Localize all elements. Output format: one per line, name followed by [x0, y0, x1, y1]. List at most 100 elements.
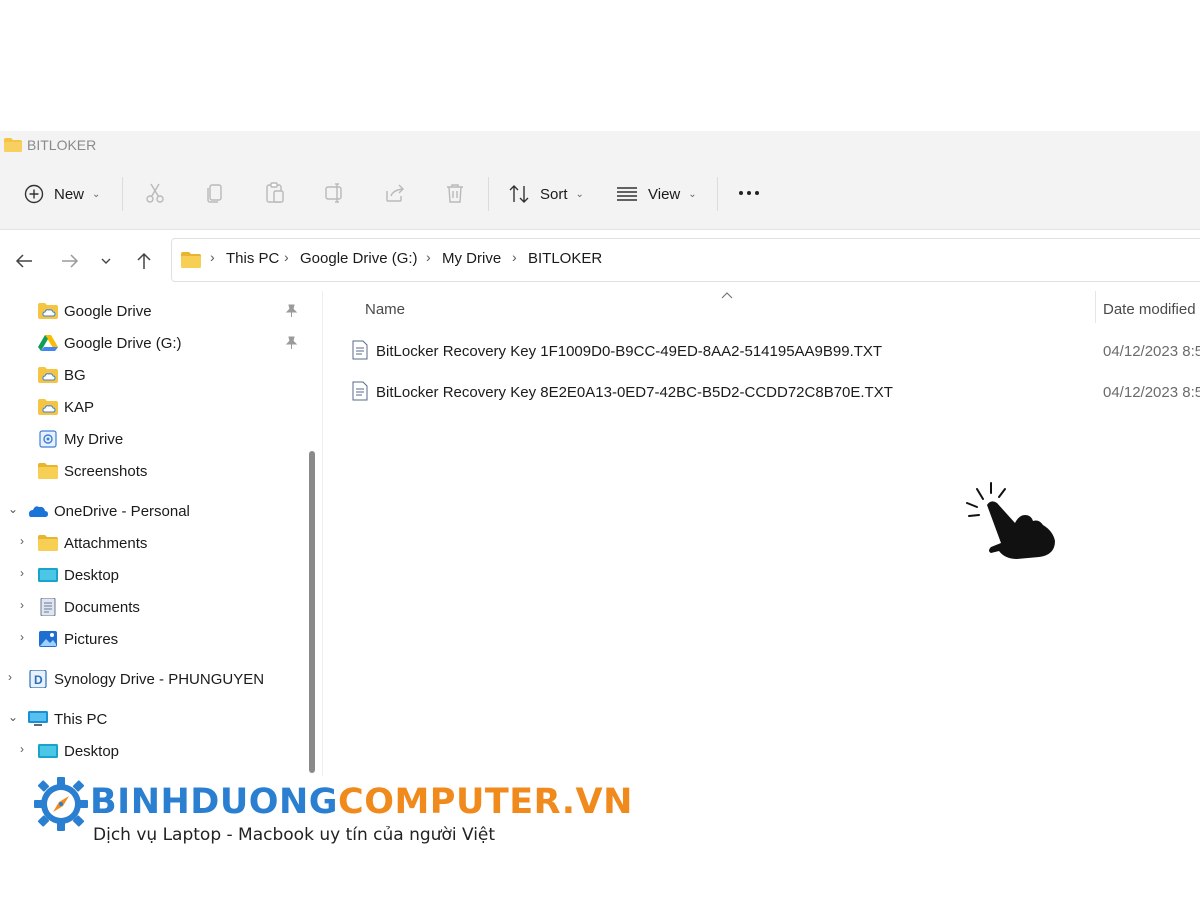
copy-icon[interactable]	[203, 181, 227, 205]
sidebar-item-google-drive[interactable]: Google Drive	[38, 297, 152, 325]
text-file-icon	[352, 381, 368, 401]
sidebar-item-attachments[interactable]: Attachments	[38, 529, 147, 557]
expand-chevron-right-icon[interactable]: ›	[20, 566, 24, 580]
sort-label: Sort	[540, 185, 568, 203]
documents-icon	[40, 598, 56, 616]
text-file-icon	[352, 340, 368, 360]
window-title: BITLOKER	[27, 137, 97, 153]
column-divider[interactable]	[1095, 291, 1096, 323]
sidebar-item-my-drive[interactable]: My Drive	[38, 425, 123, 453]
sidebar-item-label: Google Drive	[64, 302, 152, 320]
sidebar-item-this-pc[interactable]: This PC	[28, 705, 107, 733]
forward-arrow-icon[interactable]	[59, 250, 81, 272]
toolbar-divider	[122, 177, 123, 211]
pin-icon[interactable]	[284, 336, 298, 350]
folder-icon	[38, 463, 58, 479]
sidebar-item-kap[interactable]: KAP	[38, 393, 94, 421]
folder-cloud-icon	[38, 303, 58, 319]
view-label: View	[648, 185, 681, 203]
sidebar-item-label: Google Drive (G:)	[64, 334, 182, 352]
folder-cloud-icon	[38, 399, 58, 415]
sidebar-item-documents[interactable]: Documents	[38, 593, 140, 621]
breadcrumb-chevron-icon: ›	[210, 249, 215, 265]
breadcrumb-chevron-icon: ›	[512, 249, 517, 265]
desktop-icon	[38, 568, 58, 582]
synology-icon: D	[29, 670, 47, 688]
pane-divider	[322, 291, 323, 776]
column-header-date-modified[interactable]: Date modified	[1103, 301, 1196, 318]
expand-chevron-down-icon[interactable]: ⌄	[8, 710, 18, 724]
sidebar-item-synology-drive[interactable]: D Synology Drive - PHUNGUYEN	[28, 665, 264, 693]
more-icon[interactable]	[737, 181, 761, 205]
new-button[interactable]: New ⌄	[24, 177, 100, 211]
file-name: BitLocker Recovery Key 1F1009D0-B9CC-49E…	[376, 343, 883, 360]
sidebar-item-label: Attachments	[64, 534, 148, 552]
sidebar-item-label: Desktop	[64, 742, 120, 760]
sidebar-item-label: Documents	[64, 598, 140, 616]
brand-tagline: Dịch vụ Laptop - Macbook uy tín của ngườ…	[93, 825, 496, 845]
breadcrumb-this-pc[interactable]: This PC	[226, 250, 279, 267]
command-bar: New ⌄ Sort ⌄ View ⌄	[0, 159, 1200, 230]
recent-locations-chevron-icon[interactable]	[99, 250, 113, 272]
brand-name-part1: BINHDUONG	[90, 782, 339, 822]
plus-circle-icon	[24, 184, 44, 204]
expand-chevron-right-icon[interactable]: ›	[20, 742, 24, 756]
expand-chevron-right-icon[interactable]: ›	[20, 534, 24, 548]
sidebar-item-label: BG	[64, 366, 86, 384]
back-arrow-icon[interactable]	[13, 250, 35, 272]
breadcrumb-chevron-icon: ›	[426, 249, 431, 265]
sidebar-item-desktop-pc[interactable]: Desktop	[38, 737, 119, 765]
sidebar-item-bg[interactable]: BG	[38, 361, 86, 389]
sidebar-scrollbar[interactable]	[309, 451, 315, 773]
file-row[interactable]: BitLocker Recovery Key 8E2E0A13-0ED7-42B…	[325, 375, 1200, 409]
breadcrumb-my-drive[interactable]: My Drive	[442, 250, 501, 267]
this-pc-icon	[28, 711, 48, 726]
chevron-down-icon: ⌄	[92, 188, 101, 200]
desktop-icon	[38, 744, 58, 758]
pin-icon[interactable]	[284, 304, 298, 318]
expand-chevron-right-icon[interactable]: ›	[8, 670, 12, 684]
file-date-modified: 04/12/2023 8:5	[1103, 343, 1200, 360]
navigation-pane: Google Drive Google Drive (G:) BG KAP My…	[0, 291, 322, 776]
sidebar-item-label: OneDrive - Personal	[54, 502, 190, 520]
sidebar-item-pictures[interactable]: Pictures	[38, 625, 118, 653]
my-drive-icon	[39, 430, 57, 448]
sidebar-item-label: KAP	[64, 398, 95, 416]
folder-cloud-icon	[38, 367, 58, 383]
sort-icon	[509, 185, 529, 203]
view-button[interactable]: View ⌄	[616, 177, 697, 211]
share-icon[interactable]	[383, 181, 407, 205]
paste-icon[interactable]	[263, 181, 287, 205]
onedrive-icon	[29, 506, 48, 517]
brand-name: BINHDUONGCOMPUTER.VN	[90, 782, 633, 822]
expand-chevron-right-icon[interactable]: ›	[20, 598, 24, 612]
breadcrumb-google-drive[interactable]: Google Drive (G:)	[300, 250, 418, 267]
file-row[interactable]: BitLocker Recovery Key 1F1009D0-B9CC-49E…	[325, 334, 1200, 368]
breadcrumb-bitloker[interactable]: BITLOKER	[528, 250, 602, 267]
file-list: Name Date modified BitLocker Recovery Ke…	[325, 291, 1200, 776]
toolbar-divider	[717, 177, 718, 211]
sidebar-item-google-drive-g[interactable]: Google Drive (G:)	[38, 329, 182, 357]
file-explorer-window: BITLOKER New ⌄ Sort ⌄ View ⌄ › This PC ›…	[0, 131, 1200, 776]
sidebar-item-label: My Drive	[64, 430, 124, 448]
column-header-name[interactable]: Name	[365, 301, 405, 318]
address-bar[interactable]: › This PC › Google Drive (G:) › My Drive…	[171, 238, 1200, 282]
file-date-modified: 04/12/2023 8:5	[1103, 384, 1200, 401]
gear-compass-icon	[34, 777, 88, 831]
folder-icon	[38, 535, 58, 551]
sidebar-item-onedrive[interactable]: OneDrive - Personal	[28, 497, 190, 525]
up-arrow-icon[interactable]	[133, 250, 155, 272]
sidebar-item-screenshots[interactable]: Screenshots	[38, 457, 147, 485]
expand-chevron-right-icon[interactable]: ›	[20, 630, 24, 644]
navigation-bar: › This PC › Google Drive (G:) › My Drive…	[0, 230, 1200, 290]
view-list-icon	[617, 187, 637, 201]
pictures-icon	[39, 631, 57, 647]
delete-icon[interactable]	[443, 181, 467, 205]
cut-icon[interactable]	[143, 181, 167, 205]
expand-chevron-down-icon[interactable]: ⌄	[8, 502, 18, 516]
sort-button[interactable]: Sort ⌄	[508, 177, 584, 211]
sidebar-item-label: Pictures	[64, 630, 119, 648]
rename-icon[interactable]	[323, 181, 347, 205]
pointing-hand-icon	[966, 482, 1055, 559]
sidebar-item-desktop[interactable]: Desktop	[38, 561, 119, 589]
